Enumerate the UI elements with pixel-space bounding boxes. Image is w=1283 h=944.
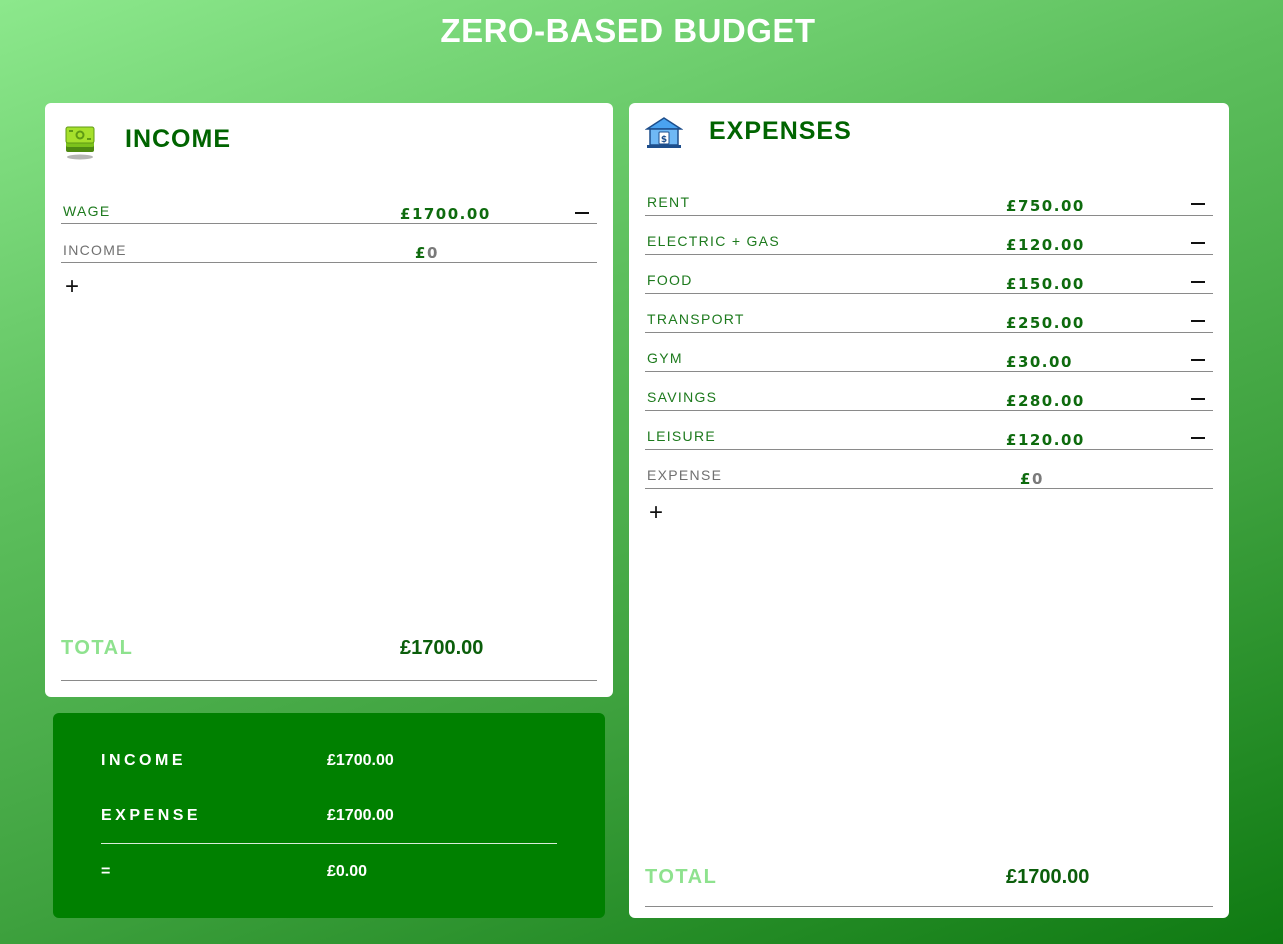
remove-expense-button[interactable] — [1191, 320, 1205, 322]
income-row: WAGE £1700.00 — [61, 198, 597, 224]
expense-item-amount[interactable]: £30.00 — [1006, 353, 1073, 371]
expense-item-label[interactable]: ELECTRIC + GAS — [647, 233, 780, 249]
summary-result-label: = — [101, 863, 114, 880]
income-title: INCOME — [125, 125, 231, 153]
expenses-card: $ EXPENSES RENT £750.00 ELECTRIC + GAS £120… — [629, 103, 1229, 918]
new-expense-row: EXPENSE £0 — [645, 461, 1213, 489]
expense-row: GYM £30.00 — [645, 344, 1213, 372]
money-stack-icon — [63, 125, 97, 161]
expenses-title: EXPENSES — [709, 117, 852, 145]
add-expense-button[interactable]: + — [649, 501, 663, 525]
expenses-total-label: TOTAL — [645, 866, 718, 888]
expense-item-label[interactable]: FOOD — [647, 272, 693, 288]
expense-amount-input[interactable]: £0 — [1020, 470, 1044, 488]
expense-label-input[interactable]: EXPENSE — [647, 467, 722, 483]
income-total-label: TOTAL — [61, 637, 134, 659]
income-amount-input[interactable]: £0 — [415, 244, 439, 262]
income-total-divider — [61, 680, 597, 681]
expense-row: LEISURE £120.00 — [645, 422, 1213, 450]
new-income-row: INCOME £0 — [61, 237, 597, 263]
remove-expense-button[interactable] — [1191, 437, 1205, 439]
income-total-value: £1700.00 — [400, 637, 484, 659]
remove-expense-button[interactable] — [1191, 359, 1205, 361]
income-card: INCOME WAGE £1700.00 INCOME £0 + TOTAL £… — [45, 103, 613, 697]
expense-item-label[interactable]: LEISURE — [647, 428, 716, 444]
remove-expense-button[interactable] — [1191, 242, 1205, 244]
page-title: ZERO-BASED BUDGET — [440, 12, 816, 49]
income-label-input[interactable]: INCOME — [63, 242, 127, 258]
expense-row: ELECTRIC + GAS £120.00 — [645, 227, 1213, 255]
expense-item-label[interactable]: GYM — [647, 350, 683, 366]
add-income-button[interactable]: + — [65, 275, 79, 299]
summary-result-value: £0.00 — [327, 863, 368, 880]
summary-income-label: INCOME — [101, 752, 186, 769]
expenses-total-value: £1700.00 — [1006, 866, 1090, 888]
expense-item-amount[interactable]: £750.00 — [1006, 197, 1085, 215]
expense-row: SAVINGS £280.00 — [645, 383, 1213, 411]
summary-income-value: £1700.00 — [327, 752, 394, 769]
income-item-amount[interactable]: £1700.00 — [400, 205, 491, 223]
remove-income-button[interactable] — [575, 212, 589, 214]
svg-text:$: $ — [661, 135, 667, 145]
summary-divider — [101, 843, 557, 844]
remove-expense-button[interactable] — [1191, 281, 1205, 283]
summary-expense-label: EXPENSE — [101, 807, 202, 824]
expense-item-amount[interactable]: £120.00 — [1006, 236, 1085, 254]
remove-expense-button[interactable] — [1191, 398, 1205, 400]
expense-item-amount[interactable]: £250.00 — [1006, 314, 1085, 332]
expense-item-label[interactable]: RENT — [647, 194, 690, 210]
expense-row: TRANSPORT £250.00 — [645, 305, 1213, 333]
income-item-label[interactable]: WAGE — [63, 203, 110, 219]
expense-item-label[interactable]: SAVINGS — [647, 389, 717, 405]
expense-row: FOOD £150.00 — [645, 266, 1213, 294]
expenses-total-divider — [645, 906, 1213, 907]
summary-panel: INCOME £1700.00 EXPENSE £1700.00 = £0.00 — [53, 713, 605, 918]
expense-item-amount[interactable]: £150.00 — [1006, 275, 1085, 293]
summary-expense-value: £1700.00 — [327, 807, 394, 824]
expense-row: RENT £750.00 — [645, 188, 1213, 216]
expense-item-label[interactable]: TRANSPORT — [647, 311, 745, 327]
expense-item-amount[interactable]: £280.00 — [1006, 392, 1085, 410]
remove-expense-button[interactable] — [1191, 203, 1205, 205]
expense-item-amount[interactable]: £120.00 — [1006, 431, 1085, 449]
bank-icon: $ — [644, 116, 684, 150]
